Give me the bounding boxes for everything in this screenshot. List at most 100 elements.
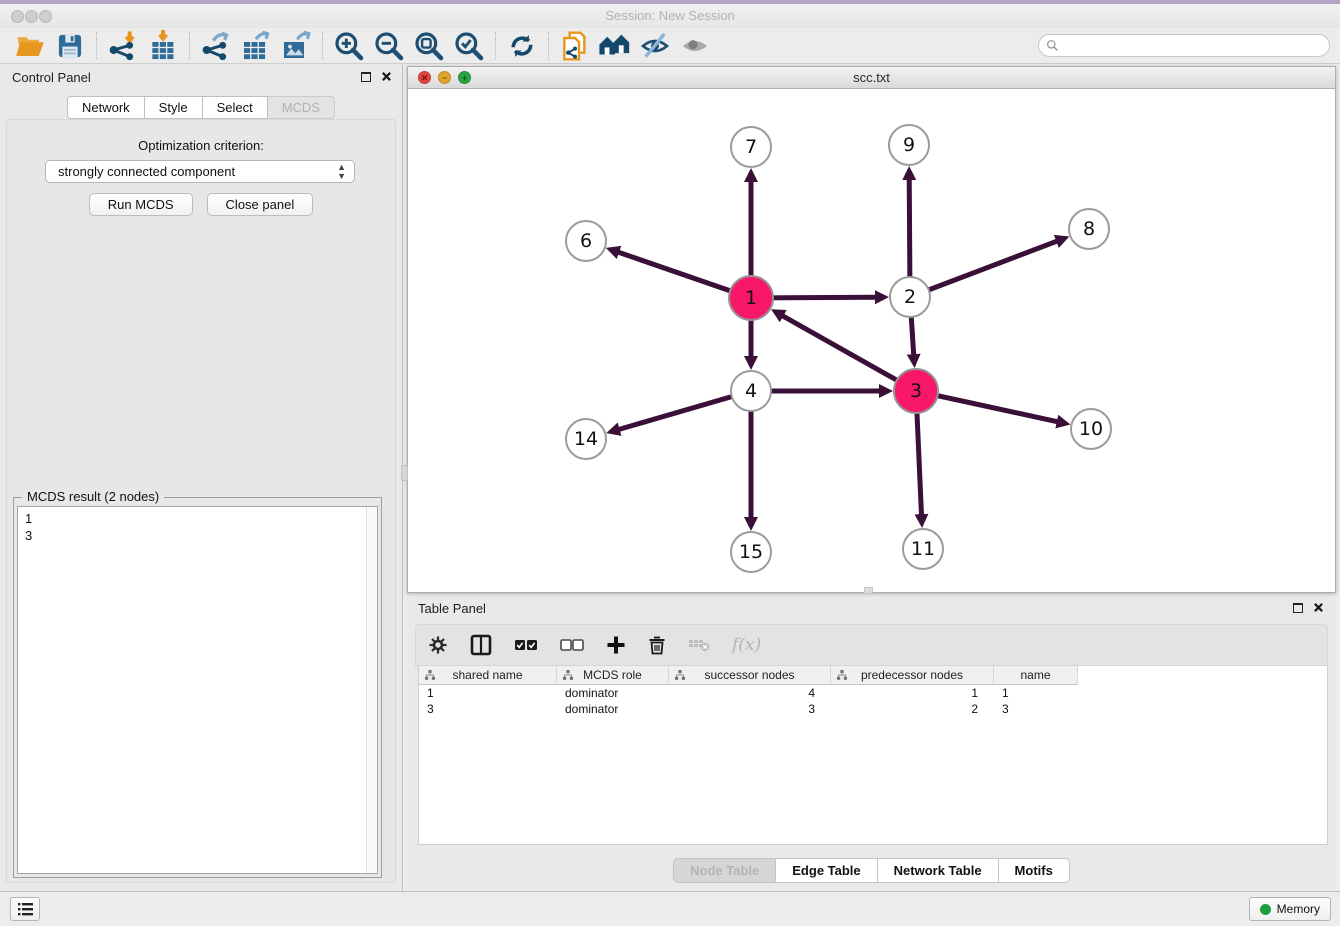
column-header-shared-name[interactable]: shared name [419, 666, 557, 685]
graph-node-10[interactable]: 10 [1070, 408, 1112, 450]
add-column-icon[interactable] [606, 635, 626, 655]
column-visibility-icon[interactable] [470, 634, 492, 656]
table-tab-node-table[interactable]: Node Table [673, 858, 776, 883]
export-network-button[interactable] [196, 30, 236, 62]
close-panel-icon[interactable] [381, 71, 392, 82]
table-cell[interactable]: dominator [557, 685, 669, 701]
table-tab-network-table[interactable]: Network Table [878, 858, 999, 883]
table-cell[interactable]: 3 [994, 701, 1078, 717]
clone-network-button[interactable] [555, 30, 595, 62]
refresh-button[interactable] [502, 30, 542, 62]
table-row[interactable]: 3 dominator 3 2 3 [419, 701, 1327, 717]
export-table-button[interactable] [236, 30, 276, 62]
table-cell[interactable]: dominator [557, 701, 669, 717]
mcds-result-item[interactable]: 3 [25, 527, 377, 544]
table-panel-tabs: Node TableEdge TableNetwork TableMotifs [407, 858, 1336, 883]
table-cell[interactable]: 1 [419, 685, 557, 701]
control-panel-tab-style[interactable]: Style [145, 96, 203, 119]
search-field-wrap [1038, 34, 1330, 57]
table-cell[interactable]: 1 [831, 685, 994, 701]
column-header-predecessor-nodes[interactable]: predecessor nodes [831, 666, 994, 685]
export-image-button[interactable] [276, 30, 316, 62]
main-titlebar: Session: New Session [0, 4, 1340, 28]
graph-node-9[interactable]: 9 [888, 124, 930, 166]
graph-edge-2-8[interactable] [910, 241, 1057, 297]
deselect-all-rows-icon[interactable] [560, 639, 584, 651]
app-window: Session: New Session [0, 0, 1340, 926]
graph-node-3[interactable]: 3 [893, 368, 939, 414]
mcds-result-items: 13 [18, 507, 377, 544]
memory-status-dot [1260, 904, 1271, 915]
delete-column-icon[interactable] [648, 635, 666, 655]
graph-node-6[interactable]: 6 [565, 220, 607, 262]
graph-node-1[interactable]: 1 [728, 275, 774, 321]
attribute-tree-icon [425, 670, 435, 680]
graph-node-2[interactable]: 2 [889, 276, 931, 318]
zoom-selected-button[interactable] [449, 30, 489, 62]
node-table-header-row: shared name MCDS role successor nodes [419, 666, 1327, 685]
column-header-MCDS-role[interactable]: MCDS role [557, 666, 669, 685]
table-row[interactable]: 1 dominator 4 1 1 [419, 685, 1327, 701]
close-panel-button[interactable]: Close panel [207, 193, 314, 216]
import-table-button[interactable] [143, 30, 183, 62]
table-cell[interactable]: 3 [419, 701, 557, 717]
open-session-button[interactable] [10, 30, 50, 62]
control-panel-tab-mcds[interactable]: MCDS [268, 96, 335, 119]
table-tab-edge-table[interactable]: Edge Table [776, 858, 877, 883]
graph-edges [408, 89, 1335, 592]
network-window-titlebar[interactable]: ✕ − + scc.txt [408, 67, 1335, 89]
graph-node-4[interactable]: 4 [730, 370, 772, 412]
birds-eye-view-button[interactable] [675, 30, 715, 62]
splitter-handle-vertical[interactable] [401, 465, 408, 481]
run-mcds-button[interactable]: Run MCDS [89, 193, 193, 216]
memory-label: Memory [1277, 902, 1320, 916]
float-table-panel-icon[interactable] [1293, 603, 1303, 613]
attribute-tree-icon [563, 670, 573, 680]
mcds-result-item[interactable]: 1 [25, 510, 377, 527]
table-tab-motifs[interactable]: Motifs [999, 858, 1070, 883]
mcds-result-list[interactable]: 13 [17, 506, 378, 874]
table-panel-header: Table Panel [407, 597, 1336, 621]
network-view-window: ✕ − + scc.txt 7 9 6 8 1 2 4 3 14 10 15 11 [407, 66, 1336, 593]
table-cell[interactable]: 2 [831, 701, 994, 717]
import-network-button[interactable] [103, 30, 143, 62]
search-input[interactable] [1038, 34, 1330, 57]
column-header-name[interactable]: name [994, 666, 1078, 685]
show-panels-list-button[interactable] [10, 897, 40, 921]
first-neighbors-button[interactable] [595, 30, 635, 62]
control-panel-tab-select[interactable]: Select [203, 96, 268, 119]
criterion-select[interactable]: strongly connected component ▲▼ [45, 160, 355, 183]
export-table-icon [240, 30, 272, 62]
table-cell[interactable]: 3 [669, 701, 831, 717]
result-scrollbar[interactable] [366, 507, 377, 873]
toolbar-separator [322, 32, 323, 60]
toolbar-separator [96, 32, 97, 60]
control-panel-header: Control Panel [0, 64, 402, 90]
save-session-button[interactable] [50, 30, 90, 62]
zoom-fit-button[interactable] [409, 30, 449, 62]
graph-node-15[interactable]: 15 [730, 531, 772, 573]
control-panel-tab-network[interactable]: Network [67, 96, 145, 119]
node-table: shared name MCDS role successor nodes [418, 666, 1328, 845]
splitter-handle-horizontal[interactable] [864, 587, 873, 594]
graph-node-11[interactable]: 11 [902, 528, 944, 570]
network-canvas[interactable]: 7 9 6 8 1 2 4 3 14 10 15 11 [408, 89, 1335, 592]
column-header-label: successor nodes [669, 668, 830, 682]
table-cell[interactable]: 4 [669, 685, 831, 701]
column-header-label: MCDS role [557, 668, 668, 682]
table-settings-gear-icon[interactable] [428, 635, 448, 655]
show-hide-details-button[interactable] [635, 30, 675, 62]
attribute-tree-icon [837, 670, 847, 680]
float-panel-icon[interactable] [361, 72, 371, 82]
graph-node-8[interactable]: 8 [1068, 208, 1110, 250]
zoom-out-button[interactable] [369, 30, 409, 62]
graph-node-7[interactable]: 7 [730, 126, 772, 168]
table-cell[interactable]: 1 [994, 685, 1078, 701]
select-all-rows-icon[interactable] [514, 639, 538, 651]
close-table-panel-icon[interactable] [1313, 602, 1324, 613]
graph-node-14[interactable]: 14 [565, 418, 607, 460]
export-image-icon [280, 30, 312, 62]
memory-button[interactable]: Memory [1249, 897, 1331, 921]
column-header-successor-nodes[interactable]: successor nodes [669, 666, 831, 685]
zoom-in-button[interactable] [329, 30, 369, 62]
